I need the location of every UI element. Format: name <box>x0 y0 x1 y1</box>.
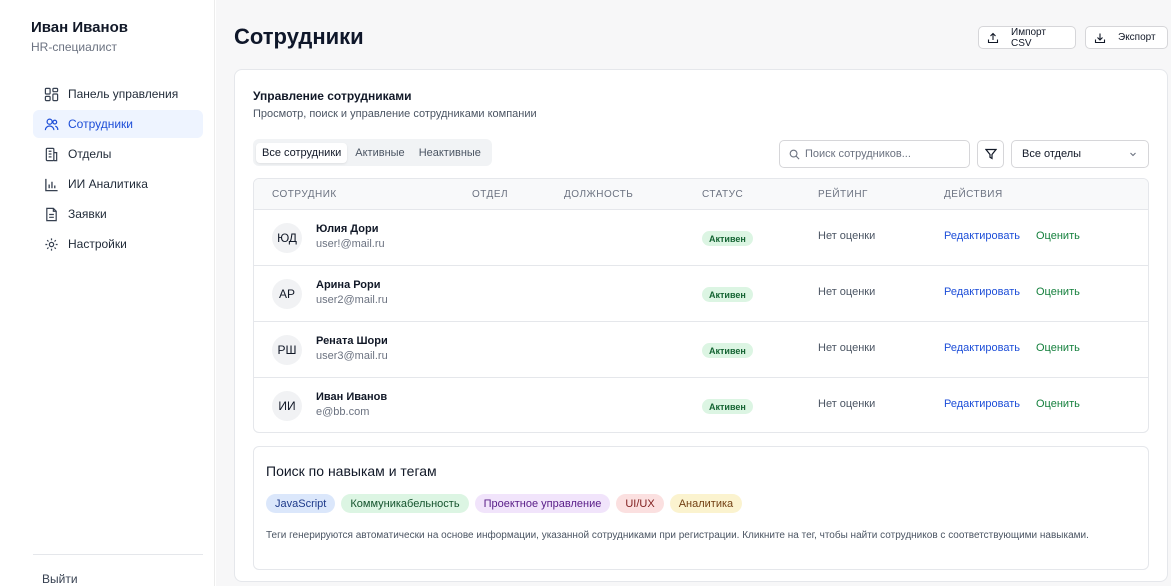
rating-value: Нет оценки <box>818 398 876 410</box>
table-row: РШ Рената Шори user3@mail.ru Активен Нет… <box>254 322 1148 378</box>
sidebar-item-label: Заявки <box>68 207 107 221</box>
rate-link[interactable]: Оценить <box>1036 342 1080 354</box>
card-title: Управление сотрудниками <box>253 89 412 103</box>
download-icon <box>1094 32 1118 44</box>
skill-tag[interactable]: JavaScript <box>266 494 336 513</box>
bar-chart-icon <box>43 176 59 192</box>
employee-name: Иван Иванов <box>316 391 388 403</box>
sidebar: Иван Иванов HR-специалист Панель управле… <box>0 0 215 586</box>
import-csv-label: Импорт CSV <box>1011 26 1046 49</box>
employee-email: user3@mail.ru <box>316 350 388 362</box>
document-icon <box>43 206 59 222</box>
main-content: Сотрудники Импорт CSV Экспорт Управление… <box>216 0 1171 586</box>
edit-link[interactable]: Редактировать <box>944 230 1020 242</box>
tab-active[interactable]: Активные <box>349 143 410 163</box>
department-select[interactable]: Все отделы <box>1011 140 1149 168</box>
page-title: Сотрудники <box>234 24 364 49</box>
users-icon <box>43 116 59 132</box>
sidebar-item-requests[interactable]: Заявки <box>33 200 203 228</box>
filter-button[interactable] <box>977 140 1004 168</box>
column-header-position: ДОЛЖНОСТЬ <box>564 189 634 200</box>
import-csv-button[interactable]: Импорт CSV <box>978 26 1076 49</box>
export-button[interactable]: Экспорт <box>1085 26 1168 49</box>
sidebar-item-ai-analytics[interactable]: ИИ Аналитика <box>33 170 203 198</box>
employee-name: Юлия Дори <box>316 223 379 235</box>
export-label: Экспорт <box>1118 32 1156 43</box>
sidebar-item-employees[interactable]: Сотрудники <box>33 110 203 138</box>
rate-link[interactable]: Оценить <box>1036 398 1080 410</box>
logout-button[interactable]: Выйти <box>42 572 78 586</box>
table-row: АР Арина Рори user2@mail.ru Активен Нет … <box>254 266 1148 322</box>
sidebar-item-dashboard[interactable]: Панель управления <box>33 80 203 108</box>
user-name: Иван Иванов <box>31 19 128 36</box>
column-header-employee: СОТРУДНИК <box>272 189 337 200</box>
filter-icon <box>984 148 997 160</box>
search-box <box>779 140 970 168</box>
employee-email: user!@mail.ru <box>316 238 385 250</box>
employee-email: user2@mail.ru <box>316 294 388 306</box>
employees-card: Управление сотрудниками Просмотр, поиск … <box>234 69 1168 582</box>
sidebar-divider <box>33 554 203 555</box>
rating-value: Нет оценки <box>818 342 876 354</box>
skill-tag[interactable]: UI/UX <box>616 494 664 513</box>
employee-email: e@bb.com <box>316 406 370 418</box>
employee-name: Рената Шори <box>316 335 388 347</box>
card-subtitle: Просмотр, поиск и управление сотрудникам… <box>253 108 537 120</box>
search-input[interactable] <box>805 148 965 160</box>
skill-tags: JavaScript Коммуникабельность Проектное уп… <box>266 494 748 513</box>
status-badge: Активен <box>702 399 753 414</box>
tab-inactive[interactable]: Неактивные <box>413 143 487 163</box>
edit-link[interactable]: Редактировать <box>944 286 1020 298</box>
gear-icon <box>43 236 59 252</box>
building-icon <box>43 146 59 162</box>
sidebar-item-label: Сотрудники <box>68 117 133 131</box>
table-row: ЮД Юлия Дори user!@mail.ru Активен Нет о… <box>254 210 1148 266</box>
dashboard-icon <box>43 86 59 102</box>
user-role: HR-специалист <box>31 40 117 54</box>
avatar: РШ <box>272 335 302 365</box>
table-header: СОТРУДНИК ОТДЕЛ ДОЛЖНОСТЬ СТАТУС РЕЙТИНГ… <box>254 179 1148 210</box>
department-select-value: Все отделы <box>1022 148 1082 160</box>
sidebar-item-label: Панель управления <box>68 87 179 101</box>
column-header-actions: ДЕЙСТВИЯ <box>944 189 1003 200</box>
skills-panel: Поиск по навыкам и тегам JavaScript Комму… <box>253 446 1149 570</box>
status-tabs: Все сотрудники Активные Неактивные <box>253 139 492 166</box>
search-icon <box>789 149 805 160</box>
sidebar-item-settings[interactable]: Настройки <box>33 230 203 258</box>
skills-description: Теги генерируются автоматически на основ… <box>266 530 1089 541</box>
sidebar-nav: Панель управления Сотрудники Отделы ИИ А… <box>33 80 203 260</box>
chevron-down-icon <box>1128 149 1138 159</box>
avatar: ИИ <box>272 391 302 421</box>
status-badge: Активен <box>702 287 753 302</box>
skills-title: Поиск по навыкам и тегам <box>266 463 437 479</box>
skill-tag[interactable]: Аналитика <box>669 494 743 513</box>
skill-tag[interactable]: Проектное управление <box>474 494 611 513</box>
sidebar-item-departments[interactable]: Отделы <box>33 140 203 168</box>
status-badge: Активен <box>702 343 753 358</box>
table-row: ИИ Иван Иванов e@bb.com Активен Нет оцен… <box>254 378 1148 432</box>
employees-table: СОТРУДНИК ОТДЕЛ ДОЛЖНОСТЬ СТАТУС РЕЙТИНГ… <box>253 178 1149 433</box>
status-badge: Активен <box>702 231 753 246</box>
edit-link[interactable]: Редактировать <box>944 342 1020 354</box>
skill-tag[interactable]: Коммуникабельность <box>341 494 469 513</box>
avatar: ЮД <box>272 223 302 253</box>
rating-value: Нет оценки <box>818 230 876 242</box>
tab-all[interactable]: Все сотрудники <box>256 142 348 163</box>
column-header-status: СТАТУС <box>702 189 744 200</box>
upload-icon <box>987 32 1011 44</box>
sidebar-item-label: Настройки <box>68 237 127 251</box>
rating-value: Нет оценки <box>818 286 876 298</box>
rate-link[interactable]: Оценить <box>1036 230 1080 242</box>
edit-link[interactable]: Редактировать <box>944 398 1020 410</box>
avatar: АР <box>272 279 302 309</box>
sidebar-item-label: Отделы <box>68 147 112 161</box>
sidebar-item-label: ИИ Аналитика <box>68 177 148 191</box>
rate-link[interactable]: Оценить <box>1036 286 1080 298</box>
column-header-rating: РЕЙТИНГ <box>818 189 868 200</box>
column-header-department: ОТДЕЛ <box>472 189 509 200</box>
employee-name: Арина Рори <box>316 279 381 291</box>
